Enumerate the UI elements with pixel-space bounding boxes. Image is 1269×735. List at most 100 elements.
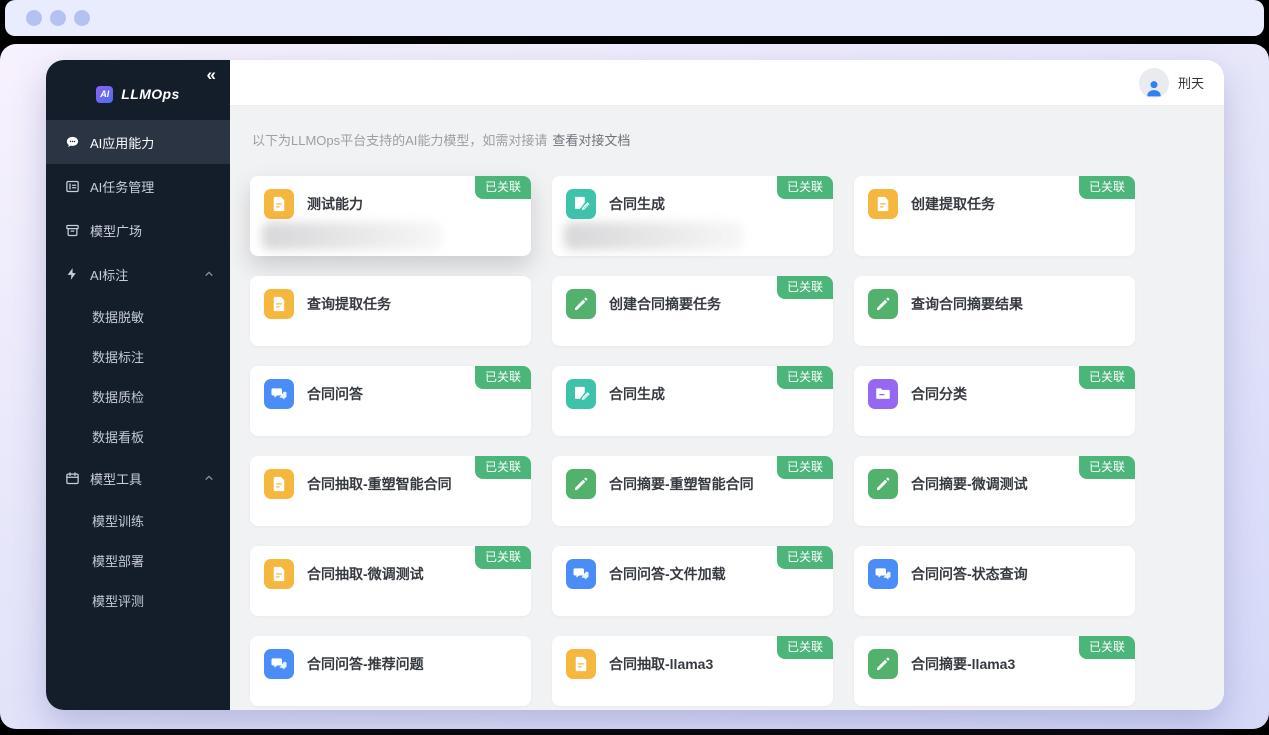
window-control-dot[interactable] (50, 10, 66, 26)
chevron-up-icon (204, 473, 214, 483)
capability-card[interactable]: 合同问答-推荐问题 (250, 636, 531, 706)
card-title: 合同摘要-微调测试 (911, 474, 1028, 494)
window-control-dot[interactable] (26, 10, 42, 26)
chat-icon (264, 649, 294, 679)
linked-badge: 已关联 (777, 636, 833, 659)
pencil-icon (566, 469, 596, 499)
card-title: 合同分类 (911, 384, 967, 404)
sidebar-subitem-model-deploy[interactable]: 模型部署 (46, 540, 230, 580)
linked-badge: 已关联 (777, 456, 833, 479)
sidebar-item-model-plaza[interactable]: 模型广场 (46, 208, 230, 252)
capability-card[interactable]: 合同抽取-微调测试 已关联 (250, 546, 531, 616)
card-title: 合同问答-状态查询 (911, 564, 1028, 584)
app-window: « AI LLMOps AI应用能力 AI任务管理 模型广场 AI标注 数据脱敏… (46, 60, 1224, 710)
sidebar-subitem-data-masking[interactable]: 数据脱敏 (46, 296, 230, 336)
sidebar-item-label: 模型广场 (90, 221, 142, 240)
description-text: 以下为LLMOps平台支持的AI能力模型，如需对接请 (252, 133, 547, 148)
sidebar-item-ai-app[interactable]: AI应用能力 (46, 120, 230, 164)
linked-badge: 已关联 (777, 176, 833, 199)
linked-badge: 已关联 (1079, 366, 1135, 389)
document-edit-icon (566, 379, 596, 409)
sidebar-subitem-label: 数据脱敏 (92, 307, 144, 326)
sidebar-item-model-tools[interactable]: 模型工具 (46, 456, 230, 500)
capability-card[interactable]: 合同摘要-llama3 已关联 (854, 636, 1135, 706)
document-icon (868, 189, 898, 219)
capability-card[interactable]: 测试能力 已关联 (250, 176, 531, 256)
sidebar-subitem-model-training[interactable]: 模型训练 (46, 500, 230, 540)
sidebar-subitem-label: 模型评测 (92, 591, 144, 610)
card-title: 合同问答 (307, 384, 363, 404)
card-title: 测试能力 (307, 194, 363, 214)
capability-card[interactable]: 合同生成 已关联 (552, 366, 833, 436)
chat-icon (264, 379, 294, 409)
linked-badge: 已关联 (777, 546, 833, 569)
linked-badge: 已关联 (1079, 456, 1135, 479)
browser-chrome-bar (5, 0, 1264, 36)
sidebar-subitem-label: 数据看板 (92, 427, 144, 446)
user-avatar[interactable] (1139, 68, 1169, 98)
main-area: 刑天 以下为LLMOps平台支持的AI能力模型，如需对接请查看对接文档 测试能力… (230, 60, 1224, 710)
calendar-icon (64, 470, 80, 486)
docs-link[interactable]: 查看对接文档 (552, 133, 630, 148)
task-board-icon (64, 178, 80, 194)
capability-card[interactable]: 合同问答-文件加载 已关联 (552, 546, 833, 616)
capability-card[interactable]: 创建提取任务 已关联 (854, 176, 1135, 256)
card-title: 合同摘要-重塑智能合同 (609, 474, 754, 494)
capability-card[interactable]: 查询合同摘要结果 (854, 276, 1135, 346)
document-icon (264, 289, 294, 319)
pencil-icon (868, 469, 898, 499)
linked-badge: 已关联 (1079, 636, 1135, 659)
chat-icon (566, 559, 596, 589)
sidebar-subitem-data-dashboard[interactable]: 数据看板 (46, 416, 230, 456)
chat-bubble-icon (64, 134, 80, 150)
capability-card[interactable]: 合同生成 已关联 (552, 176, 833, 256)
capability-description: 以下为LLMOps平台支持的AI能力模型，如需对接请查看对接文档 (252, 130, 1204, 149)
linked-badge: 已关联 (475, 366, 531, 389)
window-control-dot[interactable] (74, 10, 90, 26)
linked-badge: 已关联 (777, 366, 833, 389)
sidebar-collapse-icon[interactable]: « (207, 66, 216, 83)
sidebar-item-ai-annotation[interactable]: AI标注 (46, 252, 230, 296)
pencil-icon (566, 289, 596, 319)
capability-card-grid: 测试能力 已关联 合同生成 已关联 创建提取任务 已关联 查询提取任务 创建合同… (250, 176, 1204, 706)
card-title: 合同问答-推荐问题 (307, 654, 424, 674)
sidebar-item-ai-task[interactable]: AI任务管理 (46, 164, 230, 208)
sidebar-nav: AI应用能力 AI任务管理 模型广场 AI标注 数据脱敏 数据标注 数据质检 数… (46, 120, 230, 620)
card-title: 合同生成 (609, 384, 665, 404)
sidebar-item-label: AI任务管理 (90, 177, 154, 196)
sidebar-item-label: AI标注 (90, 265, 128, 284)
pencil-icon (868, 649, 898, 679)
chat-icon (868, 559, 898, 589)
capability-card[interactable]: 合同抽取-llama3 已关联 (552, 636, 833, 706)
sidebar-subitem-label: 数据标注 (92, 347, 144, 366)
capability-card[interactable]: 合同分类 已关联 (854, 366, 1135, 436)
content-area: 以下为LLMOps平台支持的AI能力模型，如需对接请查看对接文档 测试能力 已关… (230, 106, 1224, 710)
card-title: 合同问答-文件加载 (609, 564, 726, 584)
document-edit-icon (566, 189, 596, 219)
sidebar-subitem-label: 模型部署 (92, 551, 144, 570)
sidebar-subitem-model-evaluation[interactable]: 模型评测 (46, 580, 230, 620)
blurred-description (262, 222, 442, 250)
archive-box-icon (64, 222, 80, 238)
pencil-icon (868, 289, 898, 319)
sidebar: « AI LLMOps AI应用能力 AI任务管理 模型广场 AI标注 数据脱敏… (46, 60, 230, 710)
card-title: 合同摘要-llama3 (911, 654, 1015, 674)
capability-card[interactable]: 合同摘要-微调测试 已关联 (854, 456, 1135, 526)
card-title: 查询合同摘要结果 (911, 294, 1023, 314)
app-logo: AI LLMOps (46, 82, 230, 106)
linked-badge: 已关联 (475, 176, 531, 199)
capability-card[interactable]: 合同摘要-重塑智能合同 已关联 (552, 456, 833, 526)
capability-card[interactable]: 合同问答 已关联 (250, 366, 531, 436)
person-icon (1144, 78, 1164, 98)
sidebar-subitem-data-annotation[interactable]: 数据标注 (46, 336, 230, 376)
user-name[interactable]: 刑天 (1178, 73, 1204, 92)
card-title: 合同抽取-llama3 (609, 654, 713, 674)
sidebar-subitem-data-qc[interactable]: 数据质检 (46, 376, 230, 416)
card-title: 合同生成 (609, 194, 665, 214)
capability-card[interactable]: 查询提取任务 (250, 276, 531, 346)
document-icon (264, 189, 294, 219)
capability-card[interactable]: 创建合同摘要任务 已关联 (552, 276, 833, 346)
linked-badge: 已关联 (475, 546, 531, 569)
capability-card[interactable]: 合同问答-状态查询 (854, 546, 1135, 616)
capability-card[interactable]: 合同抽取-重塑智能合同 已关联 (250, 456, 531, 526)
